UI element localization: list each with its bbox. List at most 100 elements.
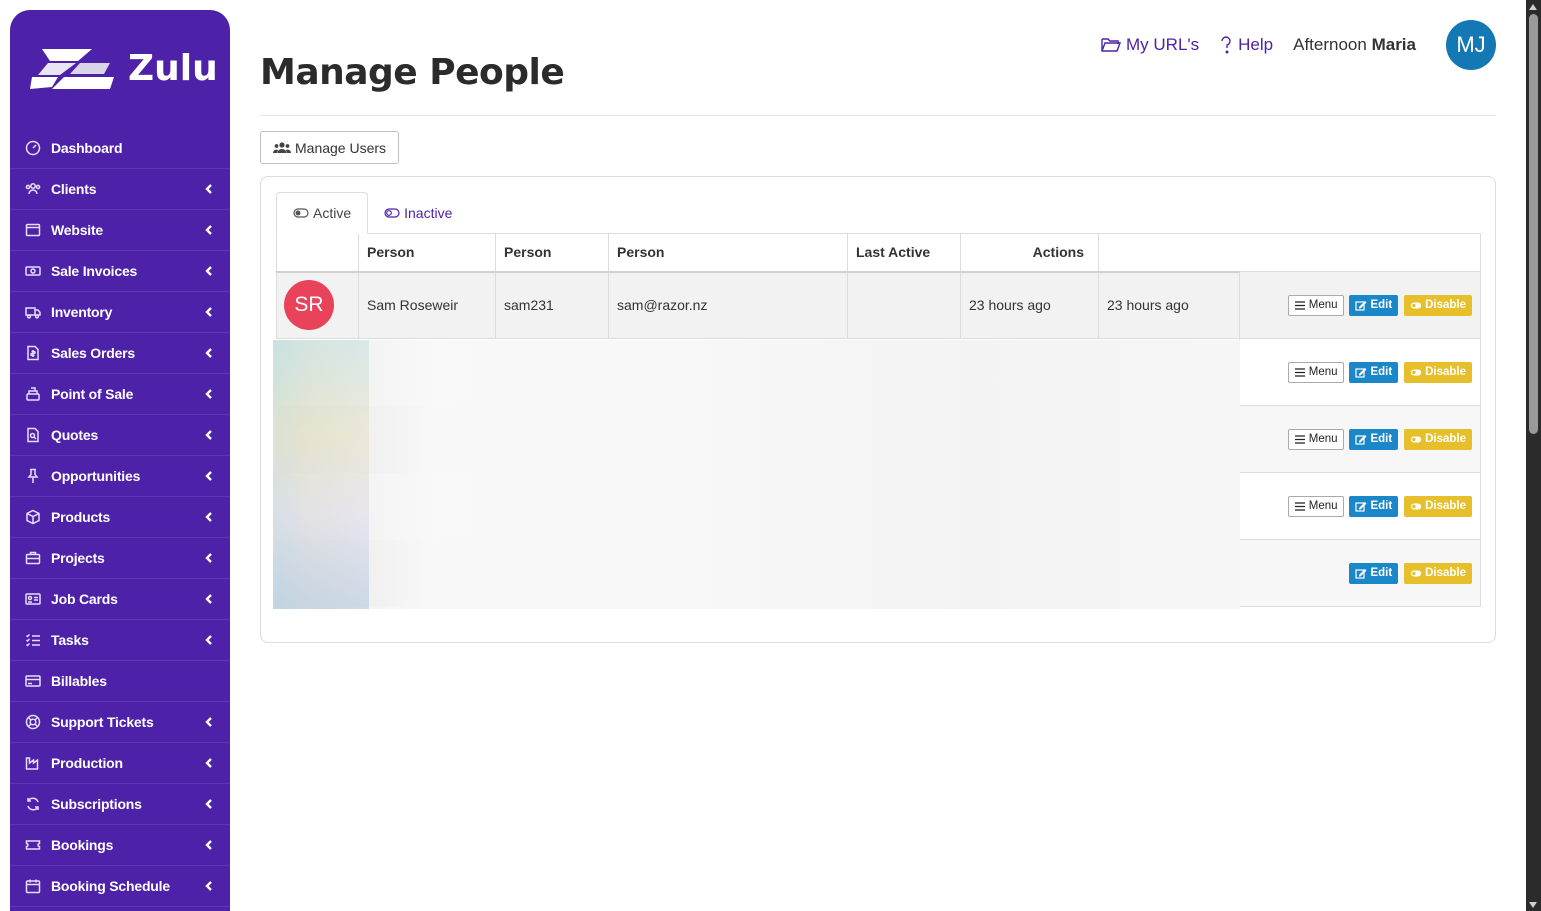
edit-button[interactable]: Edit	[1349, 428, 1399, 450]
edit-label: Edit	[1370, 433, 1393, 445]
sidebar-item-booking-schedule[interactable]: Booking Schedule	[10, 866, 230, 907]
sidebar-item-opportunities[interactable]: Opportunities	[10, 456, 230, 497]
row-actions: Menu Edit Disable	[1239, 338, 1481, 406]
disable-button[interactable]: Disable	[1404, 361, 1472, 383]
chevron-left-icon	[203, 388, 215, 400]
header-divider	[260, 115, 1496, 116]
chevron-left-icon	[203, 634, 215, 646]
edit-label: Edit	[1370, 500, 1393, 512]
help-link[interactable]: Help	[1219, 35, 1273, 55]
sidebar-item-label: Tasks	[51, 632, 89, 648]
edit-button[interactable]: Edit	[1349, 562, 1399, 584]
sidebar-item-products[interactable]: Products	[10, 497, 230, 538]
person-email: sam@razor.nz	[608, 271, 848, 339]
sidebar-item-sales-orders[interactable]: Sales Orders	[10, 333, 230, 374]
column-header-name[interactable]: Person	[358, 233, 496, 273]
page-scrollbar[interactable]	[1526, 0, 1541, 911]
toggle-off-icon	[1410, 436, 1422, 442]
my-urls-link[interactable]: My URL's	[1101, 35, 1199, 55]
sidebar-item-support-tickets[interactable]: Support Tickets	[10, 702, 230, 743]
scroll-thumb[interactable]	[1529, 14, 1538, 434]
edit-button[interactable]: Edit	[1349, 361, 1399, 383]
brand-logo[interactable]: Zulu	[10, 10, 230, 128]
table-row[interactable]: SR Sam Roseweir sam231 sam@razor.nz 23 h…	[276, 271, 1481, 339]
disable-label: Disable	[1425, 500, 1466, 512]
edit-label: Edit	[1370, 299, 1393, 311]
tab-inactive[interactable]: Inactive	[368, 192, 468, 234]
chevron-left-icon	[203, 429, 215, 441]
sidebar-item-production[interactable]: Production	[10, 743, 230, 784]
sidebar-item-label: Support Tickets	[51, 714, 154, 730]
disable-button[interactable]: Disable	[1404, 294, 1472, 316]
disable-button[interactable]: Disable	[1404, 495, 1472, 517]
sidebar-item-label: Bookings	[51, 837, 114, 853]
chevron-left-icon	[203, 470, 215, 482]
menu-label: Menu	[1308, 500, 1338, 512]
chevron-left-icon	[203, 716, 215, 728]
chevron-left-icon	[203, 757, 215, 769]
briefcase-icon	[24, 549, 42, 567]
chevron-left-icon	[203, 880, 215, 892]
column-header-last-active[interactable]: Last Active	[847, 233, 961, 273]
tab-active[interactable]: Active	[276, 192, 369, 234]
sidebar-nav: Dashboard Clients Website Sale Invoices Inve…	[10, 128, 230, 907]
user-avatar[interactable]: MJ	[1446, 20, 1496, 70]
sidebar-item-subscriptions[interactable]: Subscriptions	[10, 784, 230, 825]
menu-button[interactable]: Menu	[1287, 428, 1344, 450]
people-card: Active Inactive Person Person Person Las…	[260, 176, 1496, 643]
sidebar-item-website[interactable]: Website	[10, 210, 230, 251]
my-urls-label: My URL's	[1126, 35, 1200, 54]
disable-label: Disable	[1425, 299, 1466, 311]
disable-button[interactable]: Disable	[1404, 428, 1472, 450]
sidebar-item-bookings[interactable]: Bookings	[10, 825, 230, 866]
sidebar-item-label: Booking Schedule	[51, 878, 170, 894]
menu-button[interactable]: Menu	[1287, 495, 1344, 517]
disable-button[interactable]: Disable	[1404, 562, 1472, 584]
sidebar-item-label: Projects	[51, 550, 105, 566]
scroll-up-arrow[interactable]	[1529, 4, 1537, 10]
sidebar-item-quotes[interactable]: Quotes	[10, 415, 230, 456]
sidebar-item-projects[interactable]: Projects	[10, 538, 230, 579]
menu-button[interactable]: Menu	[1287, 361, 1344, 383]
person-last-active-2: 23 hours ago	[1098, 271, 1240, 339]
edit-icon	[1355, 300, 1367, 311]
id-card-icon	[24, 590, 42, 608]
edit-button[interactable]: Edit	[1349, 495, 1399, 517]
search-document-icon	[24, 426, 42, 444]
row-actions: Menu Edit Disable	[1239, 472, 1481, 540]
help-label: Help	[1238, 35, 1274, 54]
manage-users-button[interactable]: Manage Users	[260, 131, 400, 164]
sidebar-item-inventory[interactable]: Inventory	[10, 292, 230, 333]
sidebar-item-label: Point of Sale	[51, 386, 134, 402]
person-name: Sam Roseweir	[358, 271, 496, 339]
menu-label: Menu	[1308, 299, 1338, 311]
greeting: Afternoon Maria	[1293, 35, 1416, 55]
edit-label: Edit	[1370, 366, 1393, 378]
menu-button[interactable]: Menu	[1287, 294, 1344, 316]
sidebar-item-sale-invoices[interactable]: Sale Invoices	[10, 251, 230, 292]
sidebar-item-billables[interactable]: Billables	[10, 661, 230, 702]
edit-icon	[1355, 501, 1367, 512]
column-header-username[interactable]: Person	[495, 233, 609, 273]
column-header-email[interactable]: Person	[608, 233, 848, 273]
column-header-actions: Actions	[960, 233, 1099, 273]
sidebar-item-point-of-sale[interactable]: Point of Sale	[10, 374, 230, 415]
sidebar-item-job-cards[interactable]: Job Cards	[10, 579, 230, 620]
dollar-document-icon	[24, 344, 42, 362]
edit-button[interactable]: Edit	[1349, 294, 1399, 316]
person-empty-cell	[847, 271, 961, 339]
sidebar-item-tasks[interactable]: Tasks	[10, 620, 230, 661]
toggle-off-icon	[1410, 369, 1422, 375]
toggle-off-icon	[384, 208, 400, 218]
credit-card-icon	[24, 672, 42, 690]
sidebar-item-clients[interactable]: Clients	[10, 169, 230, 210]
column-header-avatar	[276, 233, 359, 273]
zulu-logo-icon	[30, 49, 114, 89]
cash-register-icon	[24, 385, 42, 403]
sidebar-item-dashboard[interactable]: Dashboard	[10, 128, 230, 169]
edit-icon	[1355, 367, 1367, 378]
column-header-extra	[1098, 233, 1240, 273]
folder-open-icon	[1101, 38, 1121, 52]
row-actions: Edit Disable	[1239, 539, 1481, 607]
scroll-down-arrow[interactable]	[1529, 902, 1537, 908]
